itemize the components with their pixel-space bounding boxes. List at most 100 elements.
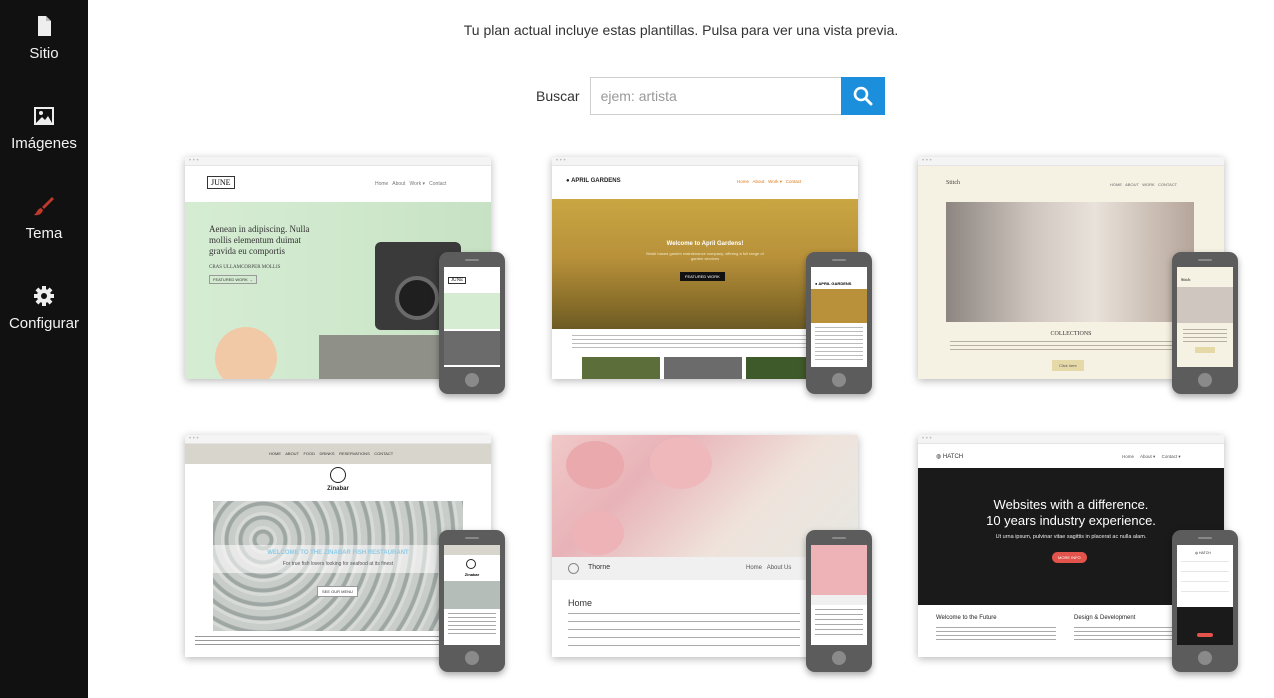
template-logo: JUNE [207,176,235,189]
search-button[interactable] [840,77,885,115]
nav-link: DRINKS [319,451,335,456]
image-icon [34,107,54,125]
fish-logo-icon [330,467,346,483]
nav-link: About [752,179,765,184]
nav-link: Home [1122,454,1135,459]
nav-link: About Us [766,565,792,571]
template-logo: JUNE [448,277,467,284]
mobile-preview [806,530,872,672]
sidebar-item-label: Imágenes [11,135,77,152]
nav-link: About ▾ [1140,454,1156,459]
template-logo: Stitch [946,180,961,186]
template-nav: Home About Work ▾ Contact [737,179,801,185]
nav-link: Home [737,179,750,184]
template-subheading: For true fish lovers looking for seafood… [282,561,394,567]
template-logo: Zinabar [327,486,349,492]
template-card-thorne[interactable]: Thorne Home About Us Home [552,435,872,675]
nav-link: FOOD [303,451,316,456]
file-icon [38,16,51,36]
sidebar-item-label: Sitio [29,45,59,62]
search-icon [853,86,873,106]
template-logo-text: APRIL GARDENS [571,178,621,184]
search-bar: Buscar [536,77,885,115]
template-cta: MORE INFO [1052,552,1087,563]
template-card-april-gardens[interactable]: • • • ● APRIL GARDENS Home About Work ▾ … [552,157,872,397]
nav-link: ABOUT [285,451,300,456]
hero-image [444,581,500,609]
template-logo-text: HATCH [942,454,964,460]
template-logo-text: APRIL GARDENS [818,281,852,286]
template-nav: Home About ▾ Contact ▾ [1122,454,1181,460]
phone-illustration [215,327,277,379]
body-text-lines [815,327,863,361]
template-nav: Home About Work ▾ Contact [375,181,446,187]
browser-bar: • • • [185,435,491,444]
template-column-title: Welcome to the Future [936,615,997,621]
sidebar-item-tema[interactable]: Tema [0,195,88,267]
template-logo: Stitch [1181,277,1191,282]
fish-logo-icon [466,559,476,569]
nav-link: CONTACT [374,451,394,456]
nav-link: About [392,181,406,187]
template-card-zinabar[interactable]: • • • HOME ABOUT FOOD DRINKS RESERVATION… [185,435,505,675]
browser-bar: • • • [918,435,1224,444]
template-logo: Zinabar [464,572,480,577]
search-label: Buscar [536,88,580,104]
nav-link: Work ▾ [768,179,782,184]
template-subheading: Brisbi based garden maintenance company,… [646,251,764,261]
template-card-stitch[interactable]: • • • Stitch HOME ABOUT WORK CONTACT COL… [918,157,1238,397]
nav-link: Home [746,565,763,571]
nav-link: CONTACT [1158,182,1178,187]
template-heading-2: 10 years industry experience. [986,513,1156,528]
template-cta: FEATURED WORK → [209,275,257,284]
body-text-lines [1074,627,1174,641]
gallery-thumb [582,357,660,379]
template-logo: ● APRIL GARDENS [566,178,621,184]
hero-image [811,289,867,323]
browser-bar: • • • [918,157,1224,166]
sidebar-item-configurar[interactable]: Configurar [0,285,88,357]
nav-link: HOME [269,451,281,456]
template-heading: Home [568,598,593,608]
template-cta: SEE OUR MENU [317,586,358,597]
thumbnail-image [444,331,500,365]
template-cta: Click here [1052,360,1084,371]
body-text-lines [568,613,800,649]
body-text-lines [815,609,863,639]
logo-circle-icon [568,563,579,574]
hero-image [444,293,500,329]
mobile-preview: JUNE [439,252,505,394]
mobile-preview: ◍ HATCH [1172,530,1238,672]
template-heading: WELCOME TO THE ZINABAR FISH RESTAURANT [267,550,409,556]
gallery-thumb [664,357,742,379]
app: Sitio Imágenes Tema Configurar Tu plan a… [0,0,1274,698]
hero-image [1177,287,1233,323]
template-card-june[interactable]: • • • JUNE Home About Work ▾ Contact Aen… [185,157,505,397]
template-card-hatch[interactable]: • • • ◍ HATCH Home About ▾ Contact ▾ Web… [918,435,1238,675]
hero-image [1177,607,1233,645]
hero-image: WELCOME TO THE ZINABAR FISH RESTAURANT F… [213,501,463,631]
nav-link: Home [375,181,389,187]
nav-link: RESERVATIONS [339,451,370,456]
search-input[interactable] [589,77,841,115]
template-heading: Aenean in adipiscing. Nulla mollis eleme… [209,224,310,256]
body-text-lines [572,335,838,349]
body-text-lines [1183,329,1227,343]
sidebar: Sitio Imágenes Tema Configurar [0,0,88,698]
template-logo: ● APRIL GARDENS [815,281,852,286]
site-header [811,595,867,605]
top-nav-bar [444,545,500,555]
nav-link: ABOUT [1125,182,1139,187]
sidebar-item-imagenes[interactable]: Imágenes [0,105,88,177]
body-text-lines [448,613,496,637]
sidebar-item-sitio[interactable]: Sitio [0,15,88,87]
nav-link: HOME [1110,182,1122,187]
template-heading: Websites with a difference. [993,497,1149,512]
hero-image [811,545,867,595]
books-illustration [319,335,439,379]
sidebar-item-label: Configurar [8,315,80,332]
template-logo: ◍ HATCH [936,454,964,460]
gear-icon [34,286,54,306]
template-column-title: Design & Development [1074,615,1136,621]
mobile-preview: Zinabar [439,530,505,672]
